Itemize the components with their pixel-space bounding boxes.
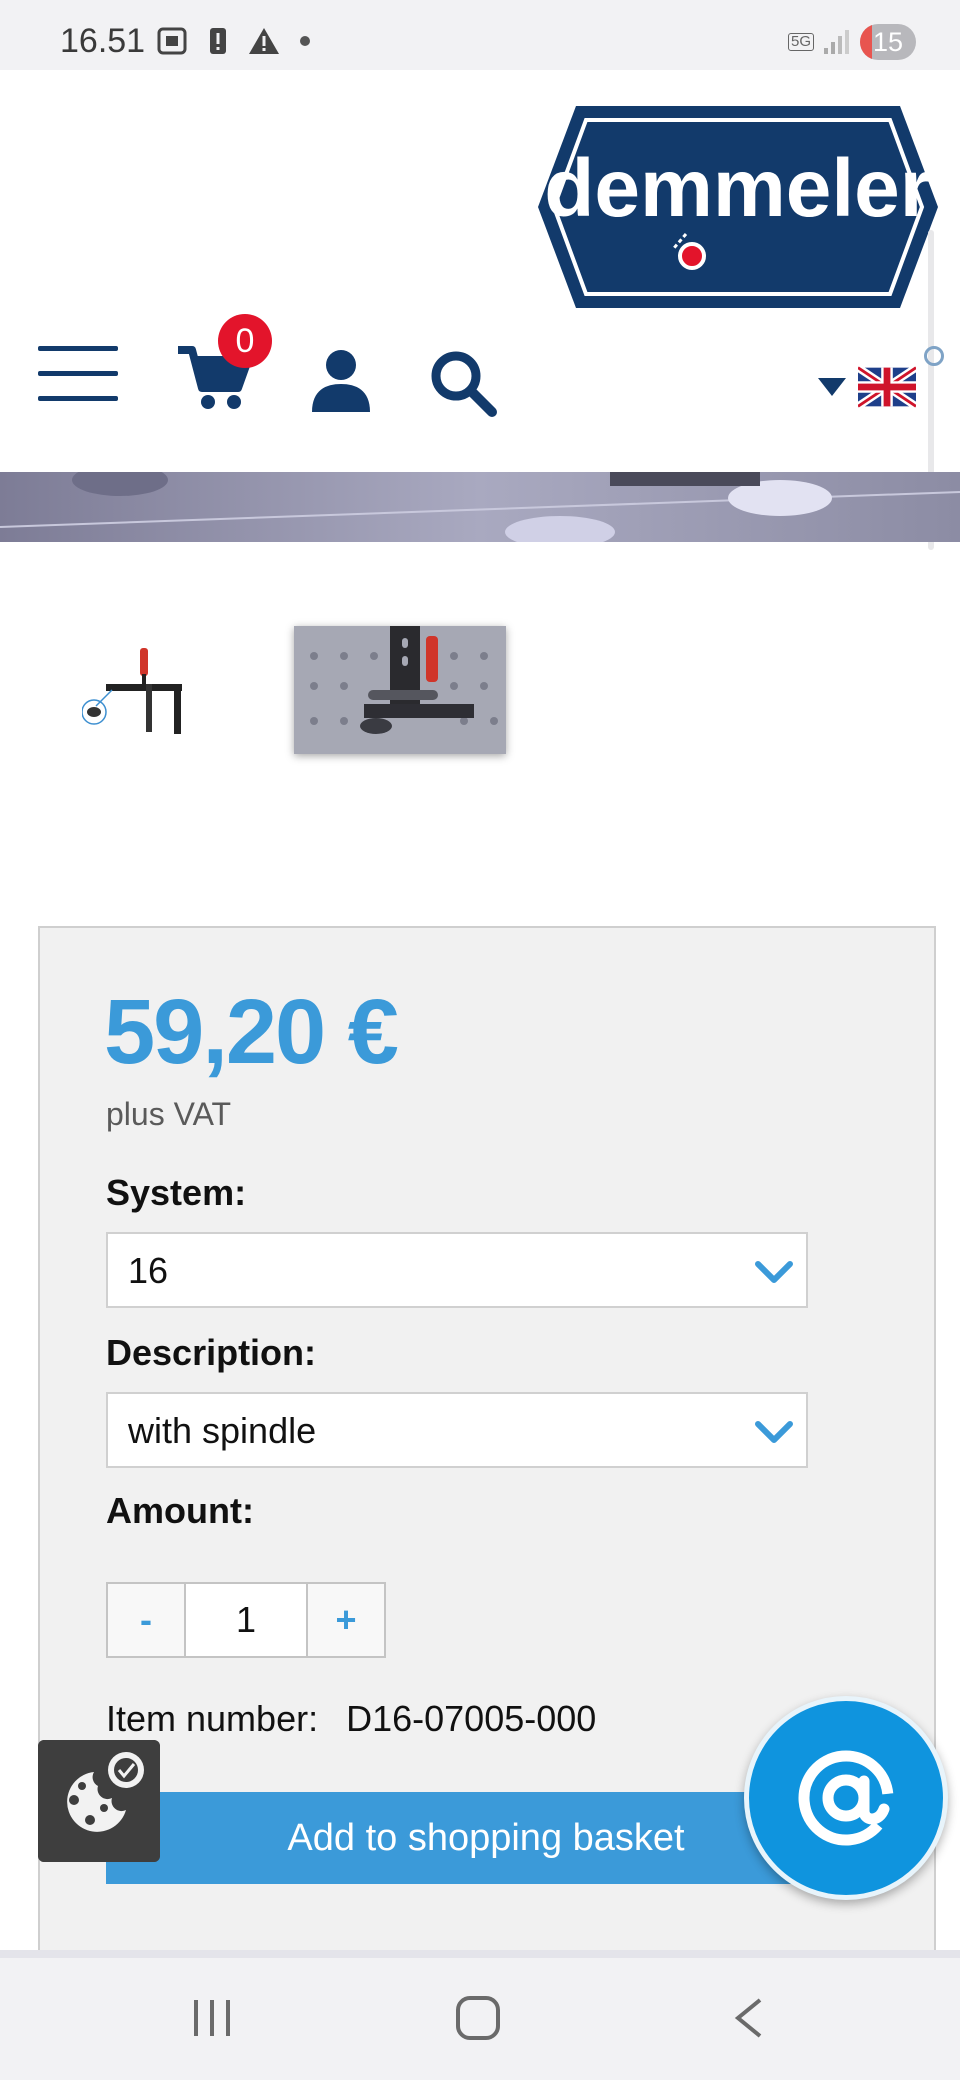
quantity-stepper: - 1 + — [106, 1582, 386, 1658]
battery-alert-icon — [210, 28, 226, 54]
at-sign-icon — [798, 1750, 894, 1846]
amount-label: Amount: — [106, 1490, 254, 1531]
status-time: 16.51 — [60, 22, 146, 60]
network-type: 5G — [787, 33, 814, 51]
back-icon[interactable] — [730, 1996, 766, 2040]
demmeler-logo[interactable]: demmeler — [536, 98, 940, 316]
description-select-value: with spindle — [128, 1410, 317, 1451]
language-selector[interactable] — [818, 362, 930, 412]
product-thumbnail-2[interactable] — [294, 626, 506, 754]
system-label: System: — [106, 1172, 247, 1213]
battery-indicator: 15 — [860, 24, 916, 60]
home-icon[interactable] — [456, 1996, 500, 2040]
chevron-down-icon — [755, 1421, 793, 1443]
quantity-input[interactable]: 1 — [184, 1584, 308, 1656]
quantity-decrease-button[interactable]: - — [108, 1584, 184, 1656]
search-icon[interactable] — [428, 348, 500, 420]
system-navigation-bar — [0, 1958, 960, 2080]
quantity-increase-button[interactable]: + — [308, 1584, 384, 1656]
user-account-icon[interactable] — [310, 348, 372, 414]
scroll-indicator-icon — [924, 346, 944, 366]
recent-apps-icon[interactable] — [190, 1998, 234, 2038]
uk-flag-icon — [858, 366, 916, 408]
system-select[interactable]: 16 — [106, 1232, 808, 1308]
description-select[interactable]: with spindle — [106, 1392, 808, 1468]
vat-note: plus VAT — [106, 1096, 232, 1132]
signal-icon — [824, 30, 849, 54]
item-number-label: Item number: — [106, 1698, 319, 1739]
menu-button[interactable] — [38, 346, 118, 408]
status-bar: 16.51 5G 15 — [0, 0, 960, 70]
site-header: demmeler 0 — [0, 70, 960, 550]
status-notification-icons — [156, 26, 310, 56]
status-right-icons: 5G 15 — [787, 24, 916, 60]
chevron-down-icon — [755, 1261, 793, 1283]
contact-email-button[interactable] — [744, 1696, 948, 1900]
svg-text:demmeler: demmeler — [544, 143, 931, 234]
item-number-value: D16-07005-000 — [346, 1698, 597, 1739]
cart-count-badge: 0 — [218, 314, 272, 368]
cookie-settings-icon[interactable] — [38, 1740, 160, 1862]
warning-icon — [249, 28, 279, 54]
menu-icon-line — [38, 371, 118, 376]
menu-icon-line — [38, 346, 118, 351]
header-banner-image — [0, 472, 960, 542]
page-bottom-divider — [0, 1950, 960, 1958]
menu-icon-line — [38, 396, 118, 401]
screenshot-icon — [157, 27, 187, 55]
product-price: 59,20 € — [104, 981, 399, 1083]
description-label: Description: — [106, 1332, 317, 1373]
caret-down-icon — [818, 378, 846, 396]
system-select-value: 16 — [128, 1250, 169, 1291]
product-thumbnail-1[interactable] — [82, 640, 202, 740]
battery-level: 15 — [872, 26, 904, 57]
more-notifications-dot — [300, 36, 310, 46]
item-number-row: Item number: D16-07005-000 — [106, 1698, 596, 1740]
